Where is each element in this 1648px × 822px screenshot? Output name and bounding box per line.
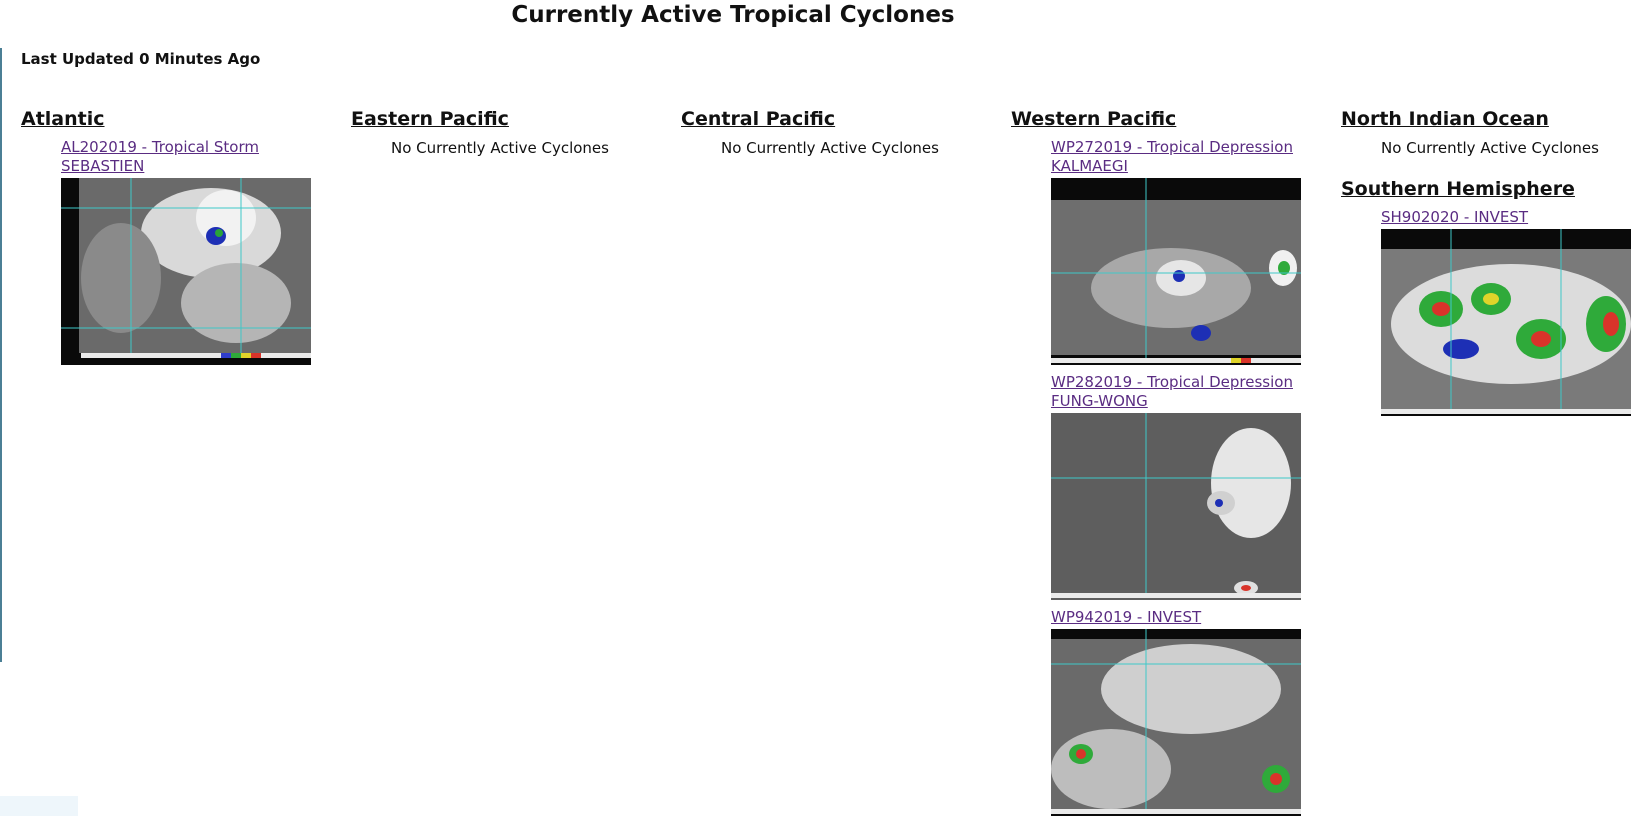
no-cyclones-message: No Currently Active Cyclones <box>1381 139 1599 157</box>
page-title: Currently Active Tropical Cyclones <box>511 2 955 28</box>
storm-link-wp272019[interactable]: WP272019 - Tropical Depression KALMAEGI <box>1051 138 1336 176</box>
left-border-rule <box>0 48 2 662</box>
satellite-image-wp942019[interactable] <box>1051 629 1301 816</box>
region-heading-western-pacific: Western Pacific <box>1011 108 1177 130</box>
no-cyclones-message: No Currently Active Cyclones <box>391 139 609 157</box>
region-atlantic: Atlantic AL202019 - Tropical Storm SEBAS… <box>21 108 341 365</box>
storm-item: SH902020 - INVEST <box>1381 208 1641 416</box>
satellite-image-icon <box>1381 229 1631 416</box>
satellite-image-icon <box>1051 178 1301 365</box>
storm-link-wp282019[interactable]: WP282019 - Tropical Depression FUNG-WONG <box>1051 373 1336 411</box>
region-heading-north-indian-ocean: North Indian Ocean <box>1341 108 1549 130</box>
last-updated-text: Last Updated 0 Minutes Ago <box>21 50 261 68</box>
region-central-pacific: Central Pacific No Currently Active Cycl… <box>681 108 1001 157</box>
region-western-pacific: Western Pacific WP272019 - Tropical Depr… <box>1011 108 1336 816</box>
storm-item: WP272019 - Tropical Depression KALMAEGI <box>1051 138 1336 365</box>
region-heading-central-pacific: Central Pacific <box>681 108 836 130</box>
storm-link-sh902020[interactable]: SH902020 - INVEST <box>1381 208 1641 227</box>
page: Currently Active Tropical Cyclones Last … <box>0 0 1648 822</box>
storm-list: AL202019 - Tropical Storm SEBASTIEN <box>21 138 341 365</box>
storm-list: WP272019 - Tropical Depression KALMAEGI <box>1011 138 1336 816</box>
satellite-image-icon <box>1051 629 1301 816</box>
satellite-image-sh902020[interactable] <box>1381 229 1631 416</box>
storm-link-al202019[interactable]: AL202019 - Tropical Storm SEBASTIEN <box>61 138 341 176</box>
storm-item: WP942019 - INVEST <box>1051 608 1336 816</box>
region-eastern-pacific: Eastern Pacific No Currently Active Cycl… <box>351 108 671 157</box>
region-north-indian-ocean: North Indian Ocean No Currently Active C… <box>1341 108 1641 416</box>
page-footer-tag <box>0 796 78 816</box>
storm-link-wp942019[interactable]: WP942019 - INVEST <box>1051 608 1336 627</box>
region-heading-southern-hemisphere: Southern Hemisphere <box>1341 178 1575 200</box>
region-heading-eastern-pacific: Eastern Pacific <box>351 108 509 130</box>
region-heading-atlantic: Atlantic <box>21 108 105 130</box>
satellite-image-wp272019[interactable] <box>1051 178 1301 365</box>
satellite-image-icon <box>1051 413 1301 600</box>
storm-list: SH902020 - INVEST <box>1341 208 1641 416</box>
storm-item: AL202019 - Tropical Storm SEBASTIEN <box>61 138 341 365</box>
satellite-image-wp282019[interactable] <box>1051 413 1301 600</box>
satellite-image-icon <box>61 178 311 365</box>
storm-item: WP282019 - Tropical Depression FUNG-WONG <box>1051 373 1336 600</box>
no-cyclones-message: No Currently Active Cyclones <box>721 139 939 157</box>
satellite-image-al202019[interactable] <box>61 178 311 365</box>
